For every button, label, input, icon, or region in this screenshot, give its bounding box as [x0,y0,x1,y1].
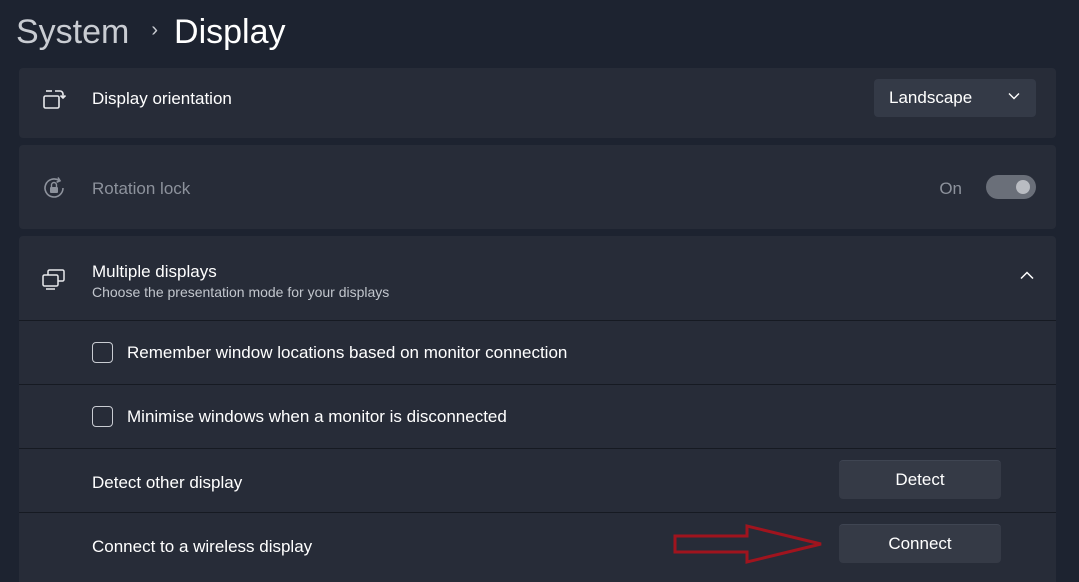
page-title: Display [174,12,286,51]
divider [19,512,1056,513]
minimise-windows-checkbox[interactable] [92,406,113,427]
remember-window-locations-option[interactable]: Remember window locations based on monit… [19,321,1056,384]
minimise-windows-label: Minimise windows when a monitor is disco… [127,407,507,426]
rotation-lock-label: Rotation lock [92,179,191,198]
multiple-displays-header[interactable]: Multiple displays Choose the presentatio… [19,236,1056,320]
multiple-displays-title: Multiple displays [92,262,217,281]
breadcrumb-separator: › [151,18,159,41]
detect-other-display-label: Detect other display [92,473,243,492]
rotation-lock-icon [44,177,64,198]
breadcrumb-system[interactable]: System [16,13,129,52]
chevron-up-icon[interactable] [1020,271,1034,280]
rotation-lock-card: Rotation lock On [19,145,1056,229]
divider [19,448,1056,449]
multiple-displays-card: Multiple displays Choose the presentatio… [19,236,1056,582]
toggle-knob [1016,180,1030,194]
rotation-lock-toggle[interactable] [986,175,1036,199]
rotation-lock-state: On [939,179,962,198]
remember-window-locations-checkbox[interactable] [92,342,113,363]
multiple-displays-subtitle: Choose the presentation mode for your di… [92,284,390,300]
breadcrumb: System › Display [16,8,286,56]
connect-wireless-display-label: Connect to a wireless display [92,537,313,556]
rotate-screen-icon [43,90,67,109]
red-arrow-annotation [673,524,822,564]
minimise-windows-option[interactable]: Minimise windows when a monitor is disco… [19,385,1056,448]
detect-button[interactable]: Detect [839,460,1001,499]
chevron-down-icon [1008,93,1020,100]
orientation-dropdown[interactable]: Landscape [874,79,1036,117]
display-orientation-card: Display orientation Landscape [19,68,1056,138]
remember-window-locations-label: Remember window locations based on monit… [127,343,568,362]
orientation-value: Landscape [889,88,973,107]
connect-button[interactable]: Connect [839,524,1001,563]
multiple-displays-icon [42,269,65,290]
display-orientation-label: Display orientation [92,89,232,108]
